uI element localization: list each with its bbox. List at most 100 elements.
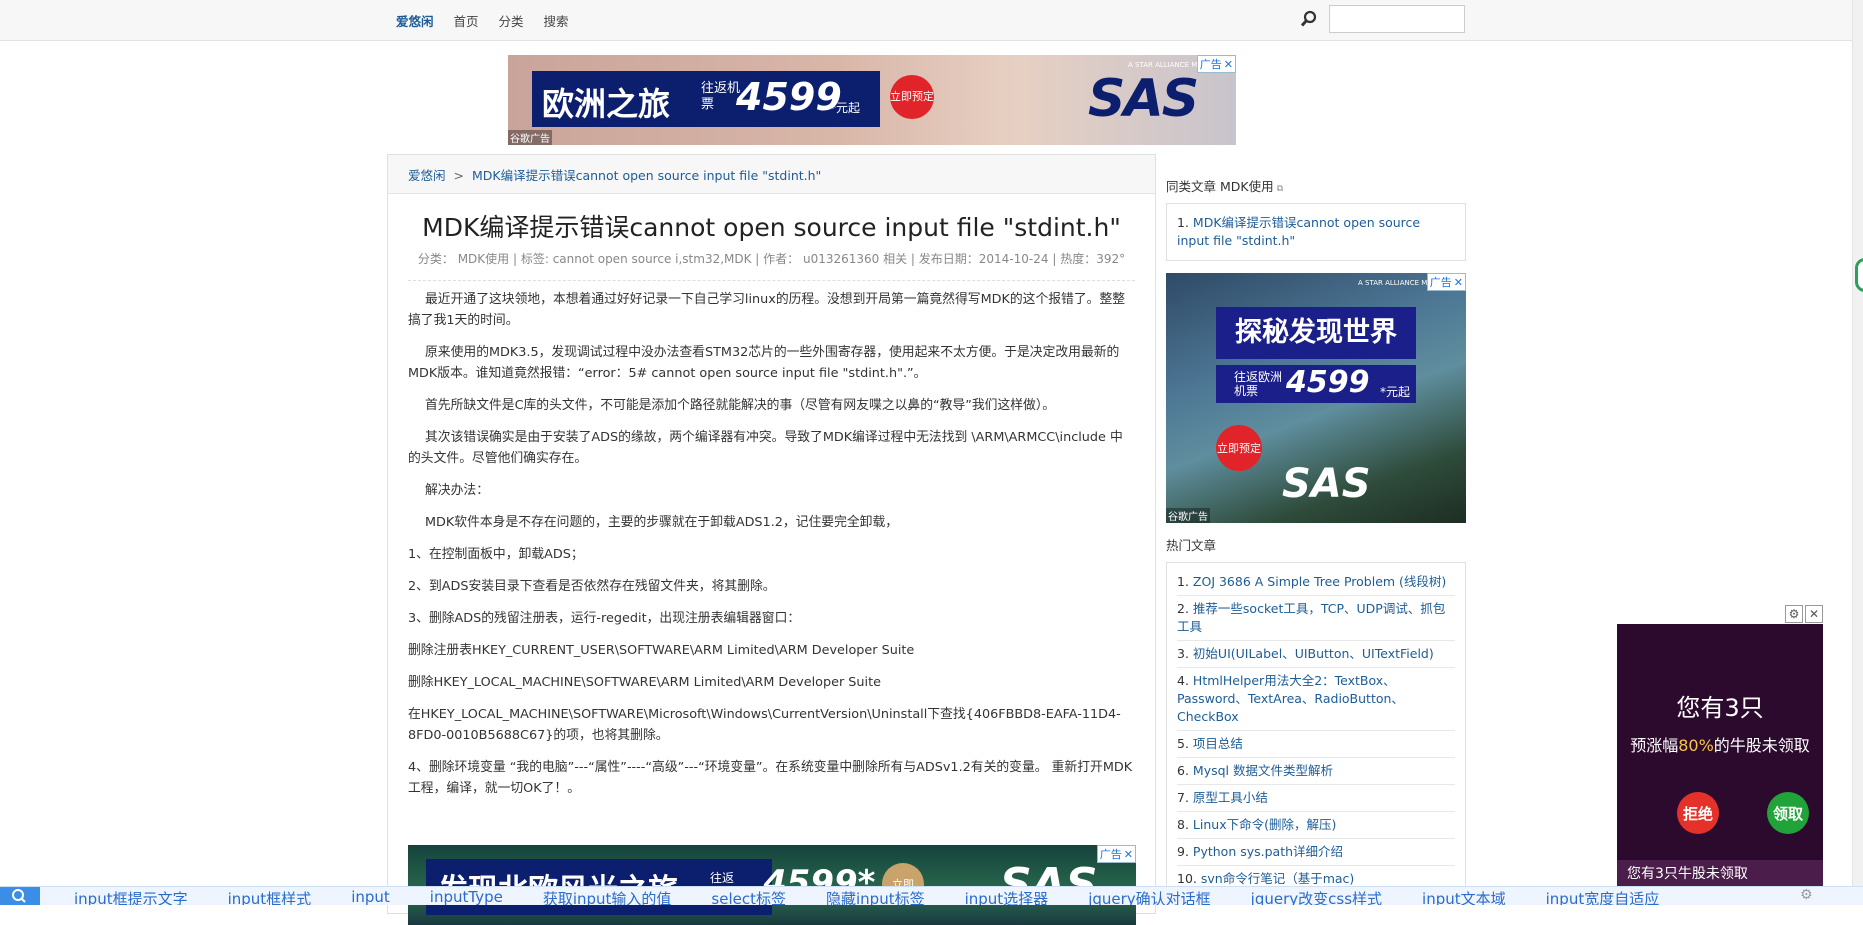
keyword-bar: input框提示文字 input框样式 input inputType 获取in… (0, 886, 1863, 905)
ad-badge: 广告 (1429, 276, 1452, 289)
ad-logo: SAS (1282, 461, 1371, 507)
list-item: 5. 项目总结 (1177, 731, 1455, 758)
popup-subline-post: 的牛股未领取 (1713, 736, 1810, 755)
close-icon[interactable]: ✕ (1124, 848, 1133, 861)
keyword-link[interactable]: jquery确认对话框 (1088, 888, 1210, 905)
close-icon[interactable]: ✕ (1805, 605, 1823, 623)
step: 在HKEY_LOCAL_MACHINE\SOFTWARE\Microsoft\W… (408, 707, 1121, 743)
keyword-link[interactable]: select标签 (711, 888, 786, 905)
hot-articles-heading: 热门文章 (1166, 538, 1217, 553)
step: 3、删除ADS的残留注册表，运行-regedit，出现注册表编辑器窗口： (408, 611, 801, 626)
paragraph: 解决办法： (425, 483, 489, 498)
keyword-link[interactable]: 隐藏input标签 (826, 888, 925, 905)
ad-badge: 广告 (1099, 848, 1122, 861)
ad-close[interactable]: 广告 ✕ (1196, 55, 1236, 73)
scrollbar[interactable] (1852, 0, 1863, 904)
close-icon[interactable]: ✕ (1454, 276, 1463, 289)
keyword-link[interactable]: input框样式 (228, 888, 312, 905)
keyword-search-button[interactable] (0, 887, 40, 905)
item-number: 1. (1177, 215, 1189, 230)
article-meta: 分类： MDK使用 | 标签: cannot open source i,stm… (417, 252, 1126, 266)
step: 4、删除环境变量 “我的电脑”---“属性”----“高级”---“环境变量”。… (408, 760, 1133, 796)
keyword-link[interactable]: input (351, 888, 390, 905)
nav-search[interactable]: 搜索 (544, 11, 569, 30)
article-body: 最近开通了这块领地，本想着通过好好记录一下自己学习linux的历程。没想到开局第… (388, 281, 1155, 799)
step: 删除注册表HKEY_CURRENT_USER\SOFTWARE\ARM Limi… (408, 643, 915, 658)
keyword-link[interactable]: input宽度自适应 (1546, 888, 1660, 905)
list-item: 9. Python sys.path详细介绍 (1177, 839, 1455, 866)
ad-title: 探秘发现世界 (1216, 307, 1416, 359)
keyword-link[interactable]: input选择器 (965, 888, 1049, 905)
item-link[interactable]: Mysql 数据文件类型解析 (1193, 763, 1333, 778)
gear-icon[interactable]: ⚙ (1800, 887, 1813, 903)
ad-unit: *元起 (1380, 385, 1411, 399)
ad-close[interactable]: 广告 ✕ (1426, 273, 1466, 291)
ad-title: 欧洲之旅 (542, 85, 671, 123)
list-item: 1. ZOJ 3686 A Simple Tree Problem (线段树) (1177, 569, 1455, 596)
ad-price: 4599 (736, 75, 842, 119)
same-category-list: 1. MDK编译提示错误cannot open source input fil… (1166, 203, 1466, 261)
keyword-link[interactable]: inputType (430, 888, 503, 905)
breadcrumb-current[interactable]: MDK编译提示错误cannot open source input file "… (472, 168, 821, 183)
ad-unit: *元起 (830, 101, 861, 115)
ad-close[interactable]: 广告 ✕ (1096, 845, 1136, 863)
sidebar: 同类文章 MDK使用 ⧉ 1. MDK编译提示错误cannot open sour… (1166, 154, 1466, 899)
popup-headline: 您有3只 (1676, 694, 1764, 722)
ad-subtitle: 往返欧洲机票 (1234, 370, 1283, 398)
list-item: 4. HtmlHelper用法大全2：TextBox、Password、Text… (1177, 668, 1455, 731)
ad-book-button[interactable]: 立即预定 (890, 75, 934, 119)
paragraph: 首先所缺文件是C库的头文件，不可能是添加个路径就能解决的事（尽管有网友喋之以鼻的… (425, 398, 1056, 413)
floating-popup-ad[interactable]: ⚙ ✕ 您有3只 预涨幅80%的牛股未领取 拒绝 领取 您有3只牛股未领取 (1617, 605, 1823, 888)
item-link[interactable]: 推荐一些socket工具，TCP、UDP调试、抓包工具 (1177, 601, 1445, 634)
keyword-link[interactable]: 获取input输入的值 (543, 888, 672, 905)
list-item: 1. MDK编译提示错误cannot open source input fil… (1177, 210, 1455, 254)
ad-logo: SAS (1088, 69, 1199, 129)
accept-button[interactable]: 领取 (1767, 792, 1809, 834)
keyword-link[interactable]: input文本域 (1422, 888, 1506, 905)
ad-subtitle: 往返机票 (701, 81, 741, 112)
item-number: 6. (1177, 763, 1189, 778)
popup-subline: 预涨幅80%的牛股未领取 (1617, 732, 1823, 756)
close-icon[interactable]: ✕ (1224, 58, 1233, 71)
search-icon (12, 889, 26, 903)
list-item: 2. 推荐一些socket工具，TCP、UDP调试、抓包工具 (1177, 596, 1455, 641)
search-input[interactable] (1329, 5, 1465, 33)
item-link[interactable]: Linux下命令(删除，解压) (1193, 817, 1336, 832)
item-link[interactable]: 初始UI(UILabel、UIButton、UITextField) (1193, 646, 1434, 661)
item-link[interactable]: ZOJ 3686 A Simple Tree Problem (线段树) (1193, 574, 1446, 589)
ad-book-button[interactable]: 立即预定 (1216, 425, 1262, 471)
bottom-banner-ad[interactable]: 发现北欧风光之旅 往返 4599* 立即 SAS 广告 ✕ (408, 845, 1136, 925)
popup-highlight: 80% (1678, 736, 1714, 755)
item-link[interactable]: 项目总结 (1193, 736, 1243, 751)
item-link[interactable]: HtmlHelper用法大全2：TextBox、Password、TextAre… (1177, 673, 1404, 724)
popup-footer[interactable]: 您有3只牛股未领取 (1617, 860, 1823, 888)
popup-subline-pre: 预涨幅 (1630, 736, 1679, 755)
sidebar-ad[interactable]: 探秘发现世界 往返欧洲机票 4599 *元起 立即预定 SAS A STAR A… (1166, 273, 1466, 523)
list-item: 7. 原型工具小结 (1177, 785, 1455, 812)
reject-button[interactable]: 拒绝 (1677, 792, 1719, 834)
nav-home[interactable]: 首页 (454, 11, 479, 30)
settings-icon[interactable]: ⚙ (1785, 605, 1803, 623)
article-container: 爱悠闲 > MDK编译提示错误cannot open source input … (387, 154, 1156, 925)
item-link[interactable]: svn命令行笔记（基于mac) (1201, 871, 1354, 886)
paragraph: 最近开通了这块领地，本想着通过好好记录一下自己学习linux的历程。没想到开局第… (408, 292, 1126, 328)
keyword-link[interactable]: jquery改变css样式 (1251, 888, 1382, 905)
breadcrumb-home[interactable]: 爱悠闲 (408, 168, 446, 183)
search-icon[interactable] (1300, 10, 1318, 28)
nav-category[interactable]: 分类 (499, 11, 524, 30)
nav-brand[interactable]: 爱悠闲 (396, 11, 434, 30)
hot-articles-list: 1. ZOJ 3686 A Simple Tree Problem (线段树) … (1166, 562, 1466, 899)
item-number: 10. (1177, 871, 1197, 886)
item-number: 1. (1177, 574, 1189, 589)
item-link[interactable]: Python sys.path详细介绍 (1193, 844, 1343, 859)
item-number: 7. (1177, 790, 1189, 805)
item-link[interactable]: MDK编译提示错误cannot open source input file "… (1177, 215, 1420, 248)
external-link-icon[interactable]: ⧉ (1277, 184, 1283, 194)
list-item: 8. Linux下命令(删除，解压) (1177, 812, 1455, 839)
ad-price: 4599 (1286, 365, 1370, 400)
item-link[interactable]: 原型工具小结 (1193, 790, 1268, 805)
top-banner-ad[interactable]: 欧洲之旅 往返机票 4599 *元起 立即预定 A STAR ALLIANCE … (508, 55, 1236, 145)
list-item: 6. Mysql 数据文件类型解析 (1177, 758, 1455, 785)
side-widget-icon[interactable] (1855, 258, 1863, 292)
keyword-link[interactable]: input框提示文字 (74, 888, 188, 905)
